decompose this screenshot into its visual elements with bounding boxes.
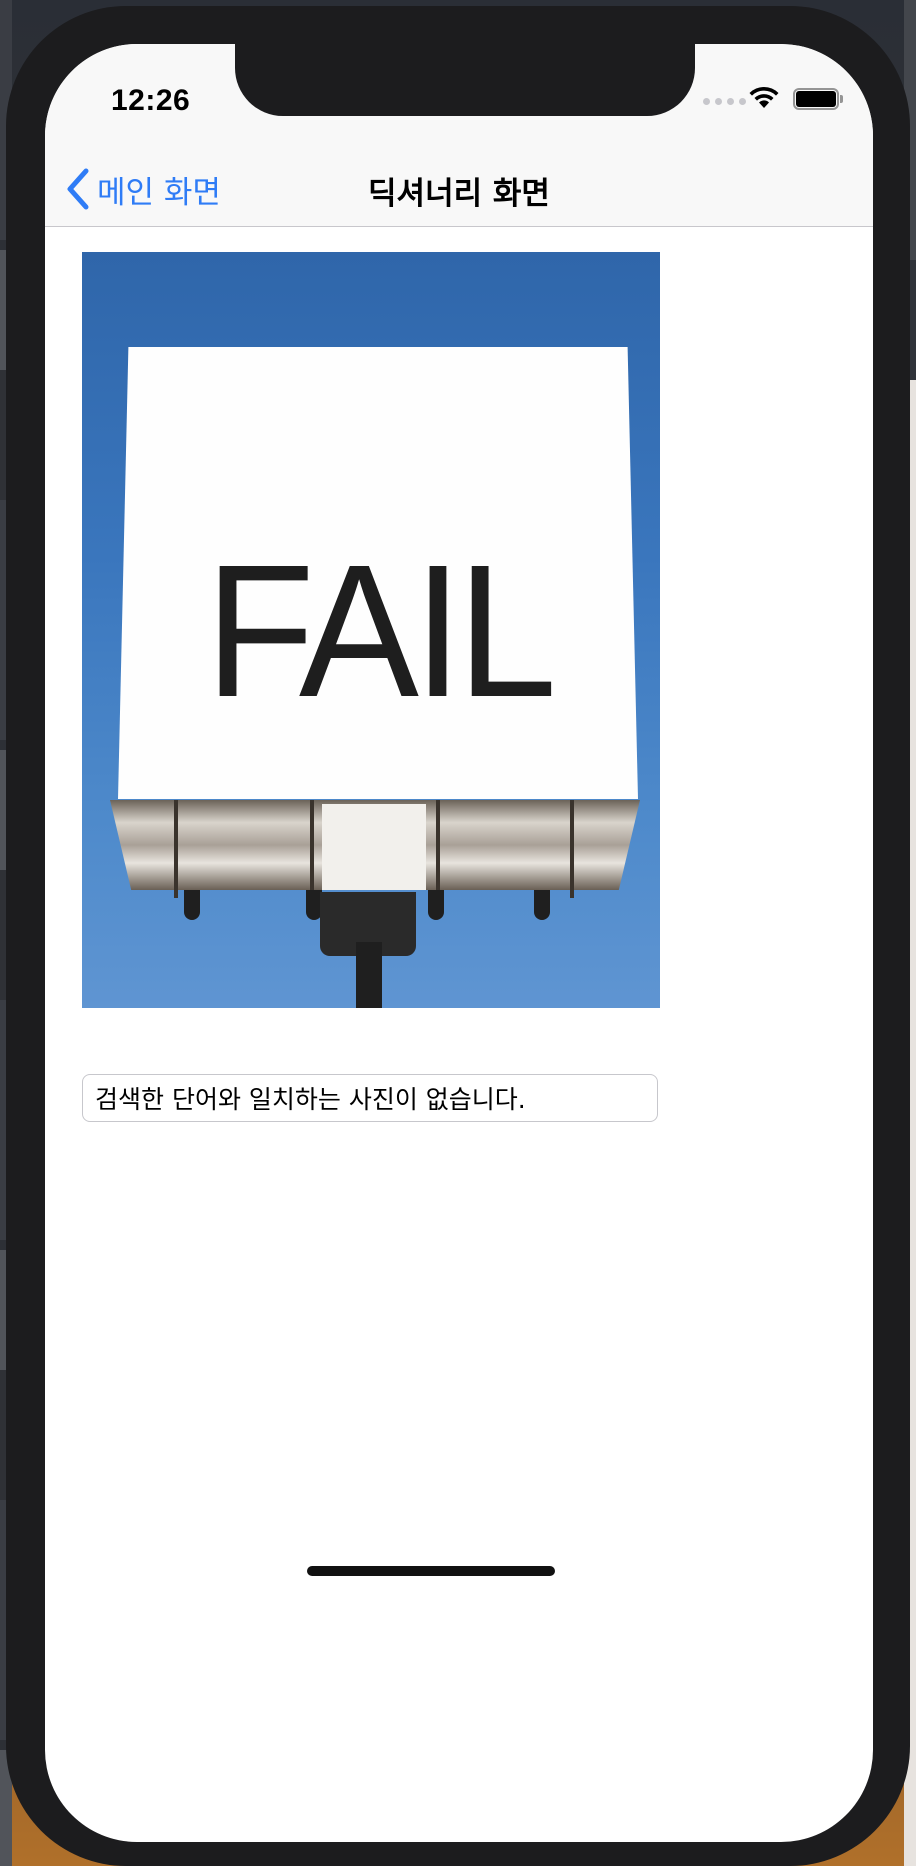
billboard-panel: FAIL	[118, 347, 638, 799]
page-title: 딕셔너리 화면	[368, 176, 550, 212]
home-indicator[interactable]	[307, 1566, 555, 1576]
catwalk-rail	[174, 800, 178, 898]
light-fixture	[184, 890, 200, 920]
light-fixture	[534, 890, 550, 920]
billboard-control-box	[322, 804, 426, 890]
billboard-pole	[356, 942, 382, 1008]
status-time: 12:26	[111, 84, 191, 117]
result-text-value: 검색한 단어와 일치하는 사진이 없습니다.	[95, 1085, 526, 1114]
cellular-signal-icon	[703, 98, 746, 105]
catwalk-rail	[570, 800, 574, 898]
result-image: FAIL	[82, 252, 660, 1008]
notch	[235, 44, 695, 116]
light-fixture	[428, 890, 444, 920]
billboard-text: FAIL	[204, 525, 557, 737]
battery-icon	[793, 88, 845, 112]
result-text-field[interactable]: 검색한 단어와 일치하는 사진이 없습니다.	[82, 1074, 658, 1122]
catwalk-rail	[436, 800, 440, 898]
iphone-frame: 12:26 메인 화면 딕셔너리 화면 FAIL 검색한 단어와 일치하는 사진…	[6, 6, 910, 1866]
navigation-bar: 메인 화면 딕셔너리 화면	[45, 152, 873, 227]
screen: 12:26 메인 화면 딕셔너리 화면 FAIL 검색한 단어와 일치하는 사진…	[45, 44, 873, 1842]
wifi-icon	[749, 86, 779, 108]
catwalk-rail	[310, 800, 314, 898]
